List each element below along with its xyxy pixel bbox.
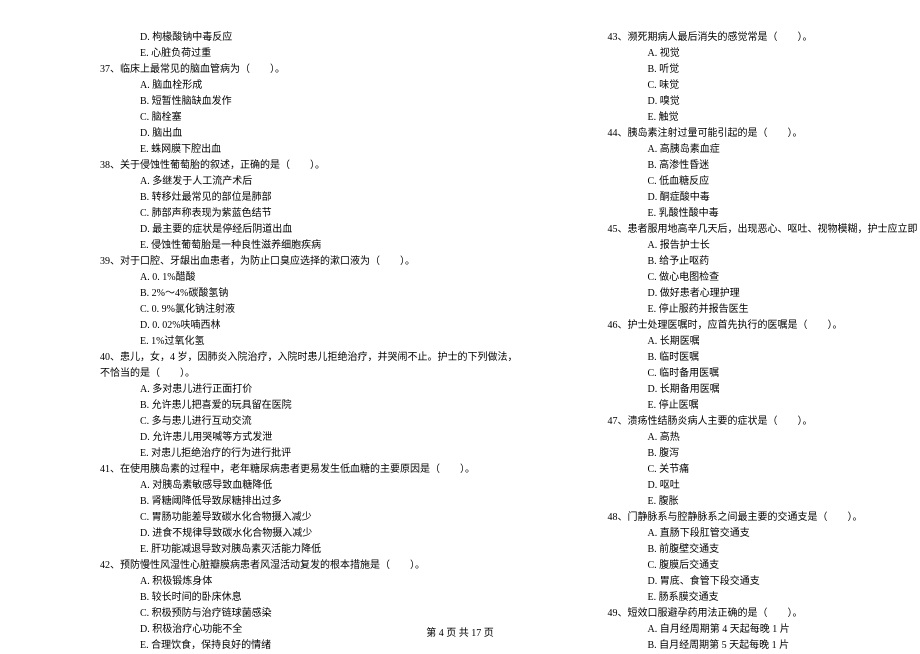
option-line: A. 报告护士长 [608,238,920,254]
question-line: 42、预防慢性风湿性心脏瓣膜病患者风湿活动复发的根本措施是（ ）。 [100,558,518,574]
option-line: D. 呕吐 [608,478,920,494]
question-line: 40、患儿，女，4 岁，因肺炎入院治疗，入院时患儿拒绝治疗，并哭闹不止。护士的下… [100,350,518,366]
option-line: E. 停止服药并报告医生 [608,302,920,318]
option-line: E. 乳酸性酸中毒 [608,206,920,222]
option-line: C. 低血糖反应 [608,174,920,190]
option-line: C. 关节痛 [608,462,920,478]
option-line: D. 胃底、食管下段交通支 [608,574,920,590]
option-line: D. 进食不规律导致碳水化合物摄入减少 [100,526,518,542]
option-line: E. 对患儿拒绝治疗的行为进行批评 [100,446,518,462]
question-line: 45、患者服用地高辛几天后，出现恶心、呕吐、视物模糊，护士应立即（ ）。 [608,222,920,238]
option-line: C. 胃肠功能差导致碳水化合物摄入减少 [100,510,518,526]
question-line: 39、对于口腔、牙龈出血患者，为防止口臭应选择的漱口液为（ ）。 [100,254,518,270]
option-line: E. 触觉 [608,110,920,126]
question-line: 47、溃疡性结肠炎病人主要的症状是（ ）。 [608,414,920,430]
option-line: D. 枸椽酸钠中毒反应 [100,30,518,46]
option-line: E. 肠系膜交通支 [608,590,920,606]
option-line: B. 腹泻 [608,446,920,462]
option-line: A. 长期医嘱 [608,334,920,350]
question-line: 48、门静脉系与腔静脉系之间最主要的交通支是（ ）。 [608,510,920,526]
option-line: B. 听觉 [608,62,920,78]
option-line: D. 最主要的症状是停经后阴道出血 [100,222,518,238]
option-line: B. 肾糖阈降低导致尿糖排出过多 [100,494,518,510]
option-line: A. 积极锻炼身体 [100,574,518,590]
option-line: D. 酮症酸中毒 [608,190,920,206]
option-line: C. 味觉 [608,78,920,94]
two-column-layout: D. 枸椽酸钠中毒反应E. 心脏负荷过重37、临床上最常见的脑血管病为（ ）。A… [100,30,860,610]
option-line: C. 肺部声称表现为紫蓝色结节 [100,206,518,222]
question-line: 37、临床上最常见的脑血管病为（ ）。 [100,62,518,78]
option-line: B. 高渗性昏迷 [608,158,920,174]
option-line: E. 腹胀 [608,494,920,510]
option-line: C. 临时备用医嘱 [608,366,920,382]
question-line: 43、濒死期病人最后消失的感觉常是（ ）。 [608,30,920,46]
option-line: B. 短暂性脑缺血发作 [100,94,518,110]
question-line: 41、在使用胰岛素的过程中，老年糖尿病患者更易发生低血糖的主要原因是（ ）。 [100,462,518,478]
option-line: A. 视觉 [608,46,920,62]
option-line: A. 多对患儿进行正面打价 [100,382,518,398]
option-line: A. 高胰岛素血症 [608,142,920,158]
option-line: D. 嗅觉 [608,94,920,110]
option-line: C. 做心电图检查 [608,270,920,286]
option-line: A. 脑血栓形成 [100,78,518,94]
question-line: 不恰当的是（ ）。 [100,366,518,382]
option-line: B. 给予止呕药 [608,254,920,270]
option-line: B. 允许患儿把喜爱的玩具留在医院 [100,398,518,414]
option-line: A. 对胰岛素敏感导致血糖降低 [100,478,518,494]
page-footer: 第 4 页 共 17 页 [0,626,920,642]
option-line: B. 2%～4%碳酸氢钠 [100,286,518,302]
option-line: C. 腹膜后交通支 [608,558,920,574]
option-line: C. 脑栓塞 [100,110,518,126]
option-line: D. 允许患儿用哭喊等方式发泄 [100,430,518,446]
option-line: D. 0. 02%呋喃西林 [100,318,518,334]
option-line: E. 心脏负荷过重 [100,46,518,62]
option-line: D. 做好患者心理护理 [608,286,920,302]
option-line: E. 1%过氧化氢 [100,334,518,350]
question-line: 46、护士处理医嘱时，应首先执行的医嘱是（ ）。 [608,318,920,334]
question-line: 49、短效口服避孕药用法正确的是（ ）。 [608,606,920,622]
option-line: D. 长期备用医嘱 [608,382,920,398]
option-line: B. 临时医嘱 [608,350,920,366]
option-line: A. 高热 [608,430,920,446]
question-line: 44、胰岛素注射过量可能引起的是（ ）。 [608,126,920,142]
option-line: C. 积极预防与治疗链球菌感染 [100,606,518,622]
option-line: B. 转移灶最常见的部位是肺部 [100,190,518,206]
option-line: A. 直肠下段肛管交通支 [608,526,920,542]
option-line: A. 多继发于人工流产术后 [100,174,518,190]
right-column: 43、濒死期病人最后消失的感觉常是（ ）。A. 视觉B. 听觉C. 味觉D. 嗅… [608,30,920,610]
option-line: A. 0. 1%醋酸 [100,270,518,286]
option-line: C. 0. 9%氯化钠注射液 [100,302,518,318]
option-line: E. 蛛网膜下腔出血 [100,142,518,158]
option-line: C. 多与患儿进行互动交流 [100,414,518,430]
option-line: E. 停止医嘱 [608,398,920,414]
option-line: E. 侵蚀性葡萄胎是一种良性滋养细胞疾病 [100,238,518,254]
option-line: B. 前腹壁交通支 [608,542,920,558]
option-line: E. 肝功能减退导致对胰岛素灭活能力降低 [100,542,518,558]
question-line: 38、关于侵蚀性葡萄胎的叙述，正确的是（ ）。 [100,158,518,174]
left-column: D. 枸椽酸钠中毒反应E. 心脏负荷过重37、临床上最常见的脑血管病为（ ）。A… [100,30,518,610]
option-line: D. 脑出血 [100,126,518,142]
option-line: B. 较长时间的卧床休息 [100,590,518,606]
